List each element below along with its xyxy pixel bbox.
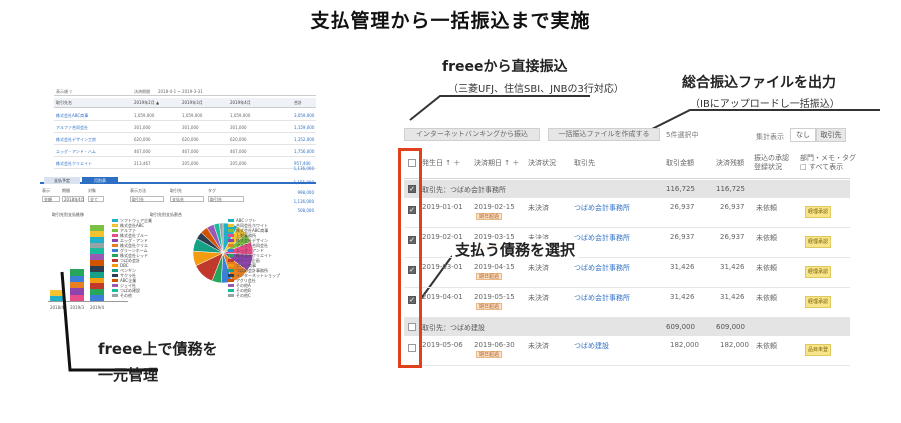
group-row: ✓ 取引先：つばめ会計事務所 116,725 116,725 bbox=[404, 180, 850, 198]
left-caption: freee上で債務を 一元管理 bbox=[98, 336, 217, 388]
row-due: 2019-02-15 bbox=[474, 203, 515, 211]
row-balance: 182,000 bbox=[720, 341, 749, 349]
row-partner[interactable]: つばめ会計事務所 bbox=[574, 263, 630, 273]
overdue-tag: 期日超過 bbox=[476, 303, 503, 310]
row-balance: 26,937 bbox=[720, 233, 745, 241]
table-row[interactable]: ✓ 2019-03-01 2019-04-15 未決済 つばめ会計事務所 31,426 31… bbox=[404, 258, 850, 288]
row-date: 2019-05-06 bbox=[422, 341, 463, 349]
row-amount: 26,937 bbox=[670, 233, 695, 241]
row-balance: 31,426 bbox=[720, 263, 745, 271]
row-approval: 未依頼 bbox=[756, 264, 777, 272]
row-status: 未決済 bbox=[528, 294, 549, 302]
bulk-file-subtitle: （IBにアップロードし一括振込） bbox=[690, 99, 840, 110]
row-balance: 31,426 bbox=[720, 293, 745, 301]
row-due: 2019-04-15 bbox=[474, 263, 515, 271]
row-partner[interactable]: つばめ会計事務所 bbox=[574, 293, 630, 303]
row-date: 2019-01-01 bbox=[422, 203, 463, 211]
checkbox-highlight-box bbox=[398, 148, 422, 368]
col-approval: 振込の承認 登録状況 bbox=[754, 154, 789, 171]
bulk-pointer bbox=[649, 109, 880, 131]
group-label: 取引先：つばめ会計事務所 bbox=[422, 186, 506, 194]
row-amount: 182,000 bbox=[670, 341, 699, 349]
table-row[interactable]: 2019-05-06 2019-06-30 未決済 つばめ建設 182,000 182,0… bbox=[404, 336, 850, 366]
internet-banking-button[interactable]: インターネットバンキングから振込 bbox=[404, 128, 540, 141]
group-balance: 116,725 bbox=[716, 185, 745, 193]
selected-count: 5件選択中 bbox=[666, 131, 699, 139]
group-amount: 609,000 bbox=[666, 323, 695, 331]
group-balance: 609,000 bbox=[716, 323, 745, 331]
row-approval: 未依頼 bbox=[756, 294, 777, 302]
row-amount: 31,426 bbox=[670, 263, 695, 271]
row-partner[interactable]: つばめ会計事務所 bbox=[574, 233, 630, 243]
overdue-tag: 期日超過 bbox=[476, 273, 503, 280]
direct-transfer-subtitle: （三菱UFJ、住信SBI、JNBの3行対応） bbox=[448, 84, 624, 95]
row-status: 未決済 bbox=[528, 342, 549, 350]
row-approval: 未依頼 bbox=[756, 204, 777, 212]
group-row: 取引先：つばめ建設 609,000 609,000 bbox=[404, 318, 850, 336]
col-date[interactable]: 発生日 ↑ ＋ bbox=[422, 159, 460, 168]
row-due: 2019-05-15 bbox=[474, 293, 515, 301]
table-row[interactable]: ✓ 2019-04-01 2019-05-15 未決済 つばめ会計事務所 31,426 31… bbox=[404, 288, 850, 318]
row-status: 未決済 bbox=[528, 264, 549, 272]
overdue-tag: 期日超過 bbox=[476, 351, 503, 358]
left-caption-line2: 一元管理 bbox=[98, 366, 159, 384]
col-memo[interactable]: 部門・メモ・タグ □ すべて表示 bbox=[800, 154, 856, 172]
row-amount: 31,426 bbox=[670, 293, 695, 301]
select-debts-callout: 支払う債務を選択 bbox=[452, 239, 579, 260]
group-none-toggle[interactable]: なし bbox=[790, 128, 816, 142]
approval-badge[interactable]: 経理承認 bbox=[805, 236, 831, 248]
row-balance: 26,937 bbox=[720, 203, 745, 211]
col-status: 決済状況 bbox=[528, 159, 556, 167]
group-label: 取引先：つばめ建設 bbox=[422, 324, 485, 332]
left-caption-line1: freee上で債務を bbox=[98, 340, 218, 358]
col-balance: 決済残額 bbox=[716, 159, 744, 167]
group-amount: 116,725 bbox=[666, 185, 695, 193]
row-partner[interactable]: つばめ会計事務所 bbox=[574, 203, 630, 213]
direct-transfer-title: freeeから直接振込 bbox=[442, 59, 568, 75]
approval-badge[interactable]: 経理承認 bbox=[805, 266, 831, 278]
row-date: 2019-03-01 bbox=[422, 263, 463, 271]
row-status: 未決済 bbox=[528, 204, 549, 212]
grouping-label: 集計表示 bbox=[756, 133, 784, 141]
bulk-file-title: 総合振込ファイルを出力 bbox=[682, 75, 836, 91]
col-amount: 取引金額 bbox=[666, 159, 694, 167]
col-partner: 取引先 bbox=[574, 159, 595, 167]
overdue-tag: 期日超過 bbox=[476, 213, 503, 220]
row-approval: 未依頼 bbox=[756, 342, 777, 350]
row-partner[interactable]: つばめ建設 bbox=[574, 341, 609, 351]
table-header: 発生日 ↑ ＋ 決済期日 ↑ ＋ 決済状況 取引先 取引金額 決済残額 振込の承… bbox=[404, 148, 856, 179]
approval-badge[interactable]: 品目未登 bbox=[805, 344, 831, 356]
row-due: 2019-06-30 bbox=[474, 341, 515, 349]
row-amount: 26,937 bbox=[670, 203, 695, 211]
approval-badge[interactable]: 経理承認 bbox=[805, 206, 831, 218]
bulk-transfer-file-button[interactable]: 一括振込ファイルを作成する bbox=[548, 128, 660, 141]
row-date: 2019-04-01 bbox=[422, 293, 463, 301]
col-due[interactable]: 決済期日 ↑ ＋ bbox=[474, 159, 519, 168]
approval-badge[interactable]: 経理承認 bbox=[805, 296, 831, 308]
group-partner-toggle[interactable]: 取引先 bbox=[816, 128, 846, 142]
table-row[interactable]: ✓ 2019-01-01 2019-02-15 未決済 つばめ会計事務所 26,937 26… bbox=[404, 198, 850, 228]
row-approval: 未依頼 bbox=[756, 234, 777, 242]
direct-pointer bbox=[409, 95, 590, 121]
